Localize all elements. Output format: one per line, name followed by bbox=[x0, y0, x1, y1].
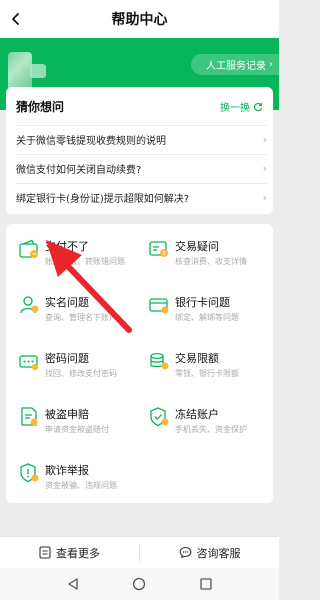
limit-coins-icon bbox=[150, 352, 169, 370]
question-item[interactable]: 关于微信零钱提现收费规则的说明 › bbox=[16, 125, 267, 153]
category-subtitle: 核查消费、收支详情 bbox=[175, 257, 247, 266]
question-text: 关于微信零钱提现收费规则的说明 bbox=[16, 136, 166, 147]
chevron-right-icon: › bbox=[262, 133, 267, 146]
category-subtitle: 查询、管理名下账户 bbox=[45, 313, 117, 322]
transaction-icon bbox=[149, 241, 168, 257]
category-title: 支付不了 bbox=[45, 240, 89, 253]
category-bank-card[interactable]: 银行卡问题 绑定、解绑等问题 bbox=[142, 290, 270, 336]
refresh-label: 换一换 bbox=[220, 103, 250, 114]
service-records-label: 人工服务记录 bbox=[206, 61, 266, 72]
refresh-button[interactable]: 换一换 bbox=[220, 99, 263, 114]
chat-bubble-icon bbox=[179, 546, 191, 559]
chevron-right-icon: › bbox=[269, 59, 273, 70]
triangle-back-icon bbox=[68, 578, 78, 590]
category-fraud-report[interactable]: 欺诈举报 资金被骗、违规问题 bbox=[12, 458, 140, 504]
page-title: 帮助中心 bbox=[111, 12, 168, 28]
shield-freeze-icon bbox=[150, 407, 169, 427]
chevron-left-icon bbox=[12, 13, 19, 25]
fraud-report-icon bbox=[20, 463, 39, 483]
system-back-button[interactable] bbox=[63, 574, 83, 594]
category-subtitle: 资金被骗、违规问题 bbox=[45, 481, 117, 490]
system-nav-bar bbox=[0, 568, 279, 600]
view-more-label: 查看更多 bbox=[56, 546, 100, 560]
bottom-action-bar: 查看更多 咨询客服 bbox=[0, 536, 279, 568]
category-title: 被盗申赔 bbox=[45, 408, 89, 421]
category-title: 欺诈举报 bbox=[45, 464, 89, 477]
circle-home-icon bbox=[133, 577, 146, 591]
category-title: 银行卡问题 bbox=[175, 296, 230, 309]
document-icon bbox=[39, 546, 51, 559]
category-title: 交易疑问 bbox=[175, 240, 219, 253]
category-title: 交易限额 bbox=[175, 352, 219, 365]
category-pay-failure[interactable]: 支付不了 账户受限、转账错问题 bbox=[12, 234, 140, 280]
blurred-account-name bbox=[30, 64, 46, 78]
theft-claim-icon bbox=[21, 407, 38, 426]
category-subtitle: 申请资金被盗赔付 bbox=[45, 425, 109, 434]
guess-title: 猜你想问 bbox=[16, 100, 65, 114]
category-subtitle: 手机丢失、资金保护 bbox=[175, 425, 247, 434]
person-icon bbox=[20, 296, 39, 314]
category-subtitle: 绑定、解绑等问题 bbox=[175, 313, 239, 322]
category-freeze-account[interactable]: 冻结账户 手机丢失、资金保护 bbox=[142, 402, 270, 448]
category-theft-claim[interactable]: 被盗申赔 申请资金被盗赔付 bbox=[12, 402, 140, 448]
category-transaction-query[interactable]: 交易疑问 核查消费、收支详情 bbox=[142, 234, 270, 280]
avatar bbox=[8, 52, 32, 92]
guess-card: 猜你想问 换一换 关于微信零钱提现收费规则的说明 › 微信支付如何关闭自动续费?… bbox=[6, 87, 273, 214]
contact-service-button[interactable]: 咨询客服 bbox=[140, 537, 279, 568]
category-password[interactable]: 密码问题 找回、修改支付密码 bbox=[12, 346, 140, 392]
password-icon bbox=[19, 355, 39, 371]
view-more-button[interactable]: 查看更多 bbox=[0, 537, 139, 568]
bank-card-icon bbox=[149, 298, 169, 314]
question-item[interactable]: 微信支付如何关闭自动续费? › bbox=[16, 154, 267, 182]
category-title: 实名问题 bbox=[45, 296, 89, 309]
chevron-right-icon: › bbox=[262, 162, 267, 175]
category-subtitle: 零钱、银行卡限额 bbox=[175, 369, 239, 378]
question-text: 微信支付如何关闭自动续费? bbox=[16, 165, 142, 176]
system-home-button[interactable] bbox=[129, 574, 149, 594]
chevron-right-icon: › bbox=[262, 191, 267, 204]
category-transaction-limit[interactable]: 交易限额 零钱、银行卡限额 bbox=[142, 346, 270, 392]
category-subtitle: 找回、修改支付密码 bbox=[45, 369, 117, 378]
wallet-icon bbox=[19, 239, 38, 258]
back-button[interactable] bbox=[4, 7, 28, 31]
service-records-button[interactable]: 人工服务记录 › bbox=[191, 54, 279, 75]
category-title: 冻结账户 bbox=[175, 408, 219, 421]
nav-bar: 帮助中心 bbox=[0, 0, 279, 38]
system-recents-button[interactable] bbox=[196, 574, 216, 594]
contact-service-label: 咨询客服 bbox=[196, 546, 241, 560]
category-real-name[interactable]: 实名问题 查询、管理名下账户 bbox=[12, 290, 140, 336]
question-item[interactable]: 绑定银行卡(身份证)提示超限如何解决? › bbox=[16, 183, 267, 211]
help-category-grid: 支付不了 账户受限、转账错问题 交易疑问 核查消费、收支详情 实名问题 查询、管… bbox=[6, 224, 273, 503]
square-recents-icon bbox=[200, 578, 212, 590]
category-subtitle: 账户受限、转账错问题 bbox=[45, 257, 125, 266]
question-text: 绑定银行卡(身份证)提示超限如何解决? bbox=[16, 194, 190, 205]
refresh-icon bbox=[253, 102, 263, 111]
category-title: 密码问题 bbox=[45, 352, 89, 365]
